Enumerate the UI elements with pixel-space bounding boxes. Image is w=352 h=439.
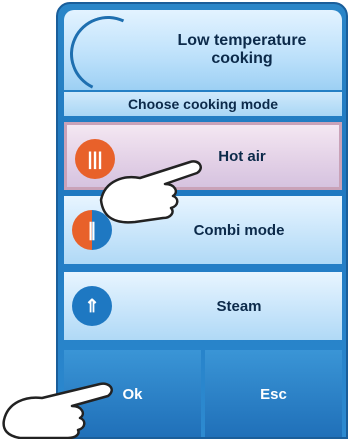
ok-button[interactable]: Ok [64,350,201,437]
touch-screen: Low temperature cooking Choose cooking m… [56,2,348,439]
header: Low temperature cooking [59,5,342,103]
steam-icon: ⇑ [72,286,112,326]
section-heading: Choose cooking mode [64,92,342,116]
combi-mode-icon: ∥ [72,210,112,250]
button-bar: Ok Esc [64,350,342,437]
esc-button[interactable]: Esc [205,350,342,437]
mode-label: Hot air [218,147,266,165]
mode-steam[interactable]: ⇑ Steam [64,272,342,340]
mode-label: Combi mode [193,221,285,239]
swirl-logo-icon [59,5,157,103]
page-title: Low temperature cooking [177,32,307,67]
oven-control-panel: Low temperature cooking Choose cooking m… [56,2,348,439]
hot-air-icon: ||| [75,139,115,179]
mode-label: Steam [216,297,262,315]
mode-combi[interactable]: ∥ Combi mode [64,196,342,264]
mode-hot-air[interactable]: ||| Hot air [64,122,342,190]
